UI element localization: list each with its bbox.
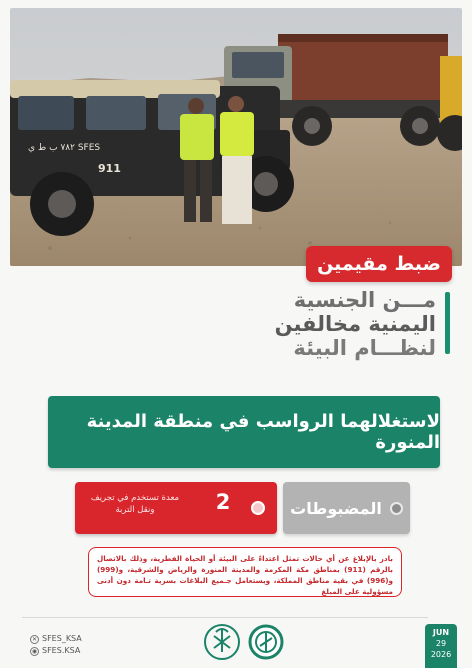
report-notice-text: بادر بالإبلاغ عن أي حالات تمثل اعتداءً ع… [97,554,394,596]
vehicle-door-number: 911 [98,162,121,175]
headline-tag: ضبط مقيمين [306,246,452,282]
social-handles: ✕ SFES_KSA ◉ SFES.KSA [30,633,82,657]
social-snap-handle: SFES.KSA [42,646,81,655]
social-x-row[interactable]: ✕ SFES_KSA [30,633,82,645]
footer-divider [22,617,428,618]
headline-accent-bar [445,292,450,354]
banner-text: لاستغلالهما الرواسب في منطقة المدينة الم… [86,411,440,453]
bullet-icon [389,501,403,515]
infographic-page: ٧٨٢ ب ط ي SFES 911 ضبط مقيمين مـــن الجن… [0,0,472,668]
date-badge: JUN 29 2026 [425,624,457,668]
date-month: JUN [432,628,450,637]
news-photo: ٧٨٢ ب ط ي SFES 911 [10,8,462,266]
social-snap-row[interactable]: ◉ SFES.KSA [30,645,82,657]
seized-label-card: المضبوطات [283,482,410,534]
seized-count-description: معدة تستخدم في تجريف ونقل التربة [90,493,180,515]
seized-count-card: معدة تستخدم في تجريف ونقل التربة 2 [75,482,277,534]
seized-label: المضبوطات [290,498,382,518]
social-x-handle: SFES_KSA [42,634,82,643]
footer-logos [202,622,284,662]
headline-subtitle: مـــن الجنسية اليمنية مخالفين لنظـــام ا… [206,288,436,360]
headline-line-3: لنظـــام البيئة [293,336,436,360]
headline-line-1: مـــن الجنسية [293,288,436,312]
wildlife-center-logo-icon [248,624,284,660]
bullet-icon [251,501,265,515]
snapchat-icon: ◉ [30,646,39,656]
date-year: 2026 [430,650,452,659]
x-logo-icon: ✕ [30,634,39,644]
ministry-emblem-icon [204,624,240,660]
location-banner: لاستغلالهما الرواسب في منطقة المدينة الم… [48,396,440,468]
photo-scene: ٧٨٢ ب ط ي SFES 911 [10,8,462,266]
headline-line-2: اليمنية مخالفين [274,312,436,336]
report-notice: بادر بالإبلاغ عن أي حالات تمثل اعتداءً ع… [88,547,402,597]
date-day: 29 [435,639,447,648]
seized-count-value: 2 [215,490,231,514]
vehicle-plate-text: ٧٨٢ ب ط ي SFES [28,143,100,153]
